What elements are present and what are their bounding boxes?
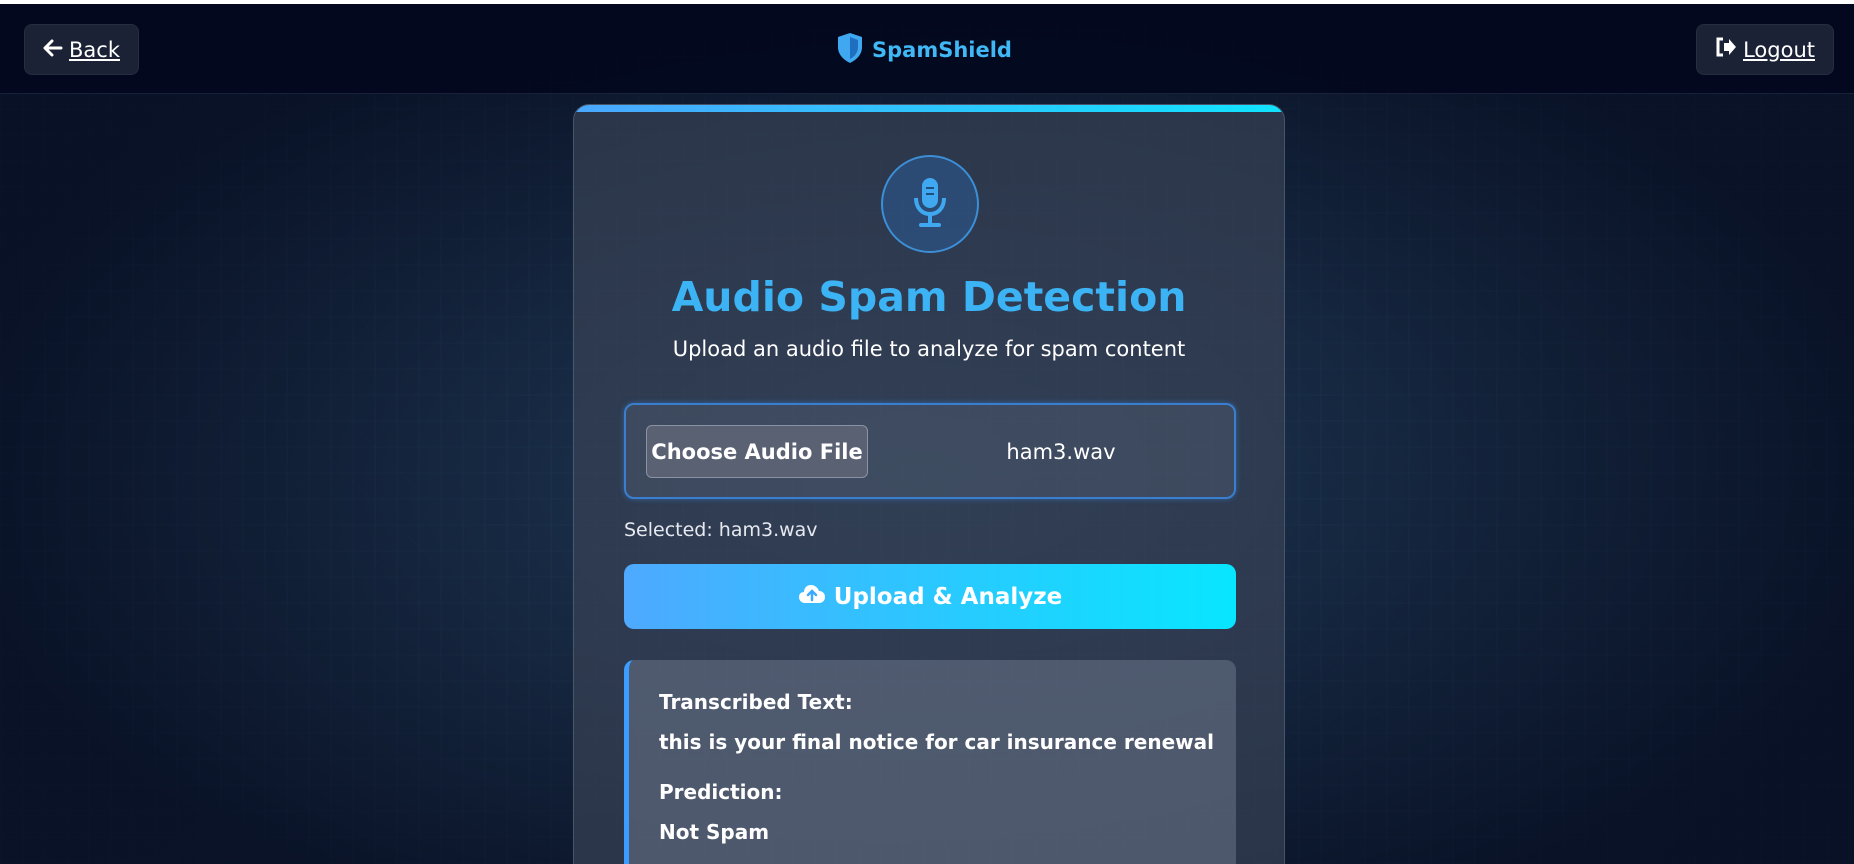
- audio-detection-card: Audio Spam Detection Upload an audio fil…: [573, 104, 1285, 864]
- chosen-file-name: ham3.wav: [1006, 439, 1116, 464]
- microphone-icon: [910, 176, 950, 232]
- selected-file-text: Selected: ham3.wav: [624, 519, 818, 541]
- prediction-label: Prediction:: [659, 780, 783, 804]
- arrow-left-icon: [43, 38, 63, 62]
- back-label: Back: [69, 37, 120, 62]
- brand-name: SpamShield: [872, 38, 1012, 62]
- logout-label: Logout: [1743, 37, 1815, 62]
- cloud-upload-icon: [798, 583, 826, 611]
- shield-icon: [836, 32, 864, 69]
- upload-label: Upload & Analyze: [833, 583, 1063, 610]
- result-panel: Transcribed Text: this is your final not…: [624, 660, 1236, 864]
- top-navbar: Back SpamShield Logout: [0, 4, 1854, 94]
- upload-analyze-button[interactable]: Upload & Analyze: [624, 564, 1236, 629]
- logout-button[interactable]: Logout: [1696, 24, 1834, 75]
- transcribed-text: this is your final notice for car insura…: [659, 730, 1214, 754]
- file-input-box[interactable]: Choose Audio File ham3.wav: [624, 403, 1236, 499]
- prediction-value: Not Spam: [659, 820, 770, 844]
- choose-audio-file-button[interactable]: Choose Audio File: [646, 425, 868, 478]
- brand-logo: SpamShield: [836, 32, 1012, 68]
- back-button[interactable]: Back: [24, 24, 139, 75]
- card-accent-bar: [574, 105, 1284, 112]
- logout-icon: [1715, 37, 1737, 62]
- transcribed-label: Transcribed Text:: [659, 690, 853, 714]
- page-subtitle: Upload an audio file to analyze for spam…: [672, 337, 1186, 361]
- microphone-badge: [881, 155, 979, 253]
- page-title: Audio Spam Detection: [671, 273, 1187, 321]
